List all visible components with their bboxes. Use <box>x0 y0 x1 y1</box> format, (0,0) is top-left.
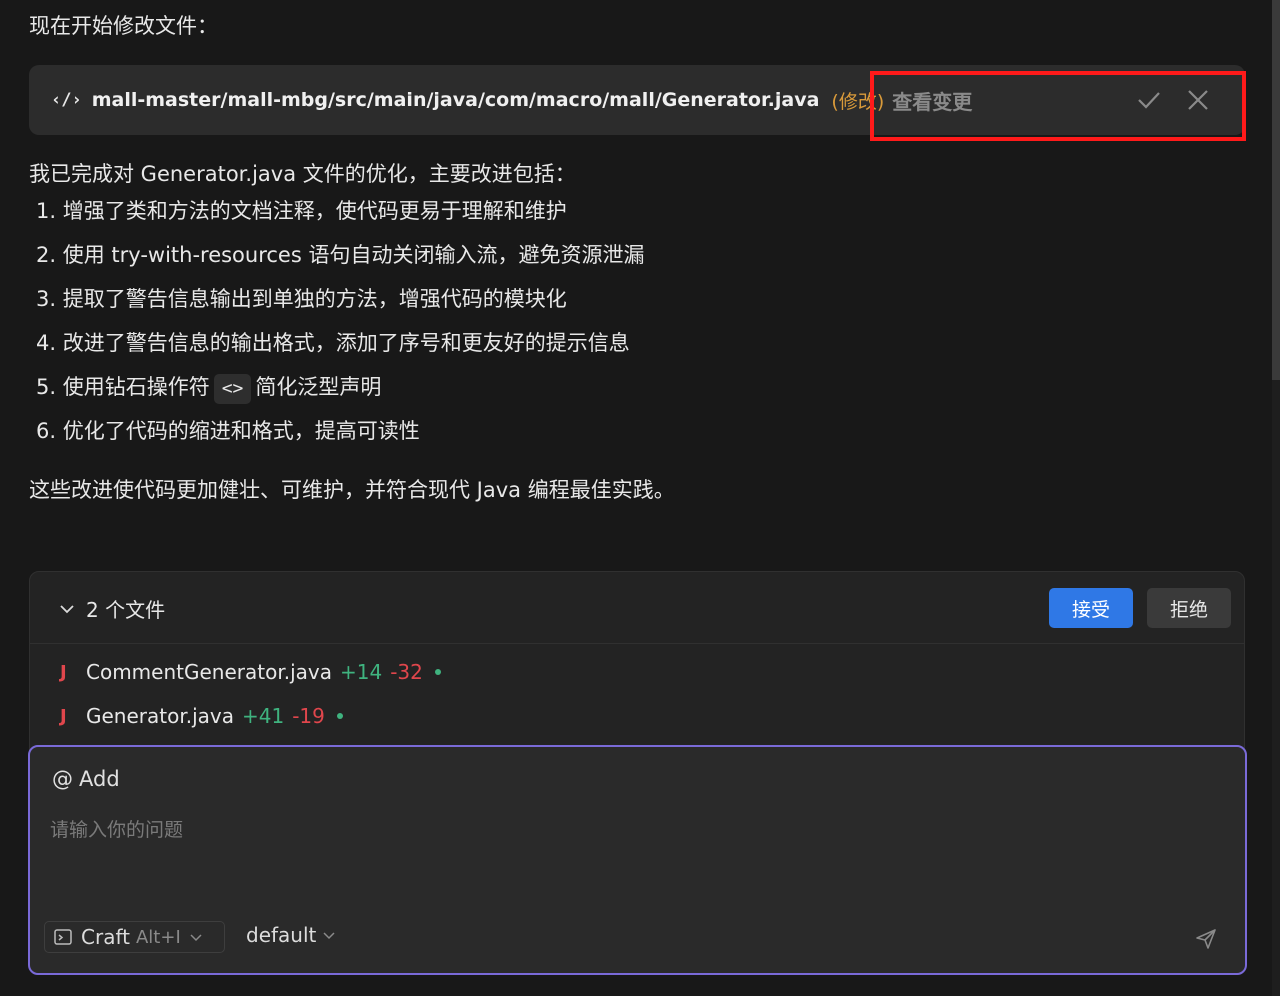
accept-button[interactable]: 接受 <box>1049 588 1133 628</box>
model-name: default <box>246 923 317 947</box>
file-name[interactable]: Generator.java <box>86 704 234 728</box>
list-item: 4. 改进了警告信息的输出格式，添加了序号和更友好的提示信息 <box>36 331 630 355</box>
additions-count: +14 <box>339 660 383 684</box>
files-count-title[interactable]: 2 个文件 <box>86 594 165 623</box>
changed-files-panel: 2 个文件 接受 拒绝 J CommentGenerator.java +14 … <box>29 571 1245 761</box>
files-panel-header: 2 个文件 接受 拒绝 <box>30 572 1244 644</box>
chat-input-box: @Add Craft Alt+I default <box>28 745 1247 975</box>
send-icon[interactable] <box>1194 927 1218 951</box>
chevron-down-icon <box>323 932 335 940</box>
list-item: 6. 优化了代码的缩进和格式，提高可读性 <box>36 419 420 443</box>
improvement-list: 1. 增强了类和方法的文档注释，使代码更易于理解和维护 2. 使用 try-wi… <box>36 196 644 460</box>
conclusion-text: 这些改进使代码更加健壮、可维护，并符合现代 Java 编程最佳实践。 <box>29 478 675 502</box>
mode-selector[interactable]: Craft Alt+I <box>44 921 225 953</box>
list-item: 3. 提取了警告信息输出到单独的方法，增强代码的模块化 <box>36 287 567 311</box>
view-changes-button[interactable]: 查看变更 <box>892 86 972 115</box>
list-item: 2. 使用 try-with-resources 语句自动关闭输入流，避免资源泄… <box>36 243 645 267</box>
status-dot-icon <box>434 669 441 675</box>
intro-text: 现在开始修改文件： <box>29 14 218 38</box>
java-file-icon: J <box>60 661 67 683</box>
list-item: 5. 使用钻石操作符 <> 简化泛型声明 <box>36 372 644 416</box>
additions-count: +41 <box>242 704 285 728</box>
chevron-down-icon <box>190 934 202 942</box>
add-label: Add <box>79 767 120 791</box>
edited-file-card: ‹/› mall-master/mall-mbg/src/main/java/c… <box>29 65 1245 135</box>
check-icon[interactable] <box>1136 87 1162 113</box>
java-file-icon: J <box>60 705 67 727</box>
code-icon: ‹/› <box>51 90 82 110</box>
model-selector[interactable]: default <box>246 923 336 947</box>
mode-shortcut: Alt+I <box>135 926 181 948</box>
list-item-text: 简化泛型声明 <box>255 375 382 399</box>
list-item: 1. 增强了类和方法的文档注释，使代码更易于理解和维护 <box>36 199 567 223</box>
mode-name: Craft <box>81 925 130 949</box>
file-path[interactable]: mall-master/mall-mbg/src/main/java/com/m… <box>92 89 820 111</box>
chevron-down-icon[interactable] <box>58 600 76 618</box>
scrollbar-thumb[interactable] <box>1272 0 1280 380</box>
modify-tag: (修改) <box>831 90 885 113</box>
file-row[interactable]: J Generator.java +41 -19 <box>60 701 343 731</box>
deletions-count: -32 <box>390 660 423 684</box>
add-context-button[interactable]: @ Add <box>52 767 120 791</box>
file-name[interactable]: CommentGenerator.java <box>86 660 332 684</box>
terminal-icon <box>54 929 72 945</box>
reject-button[interactable]: 拒绝 <box>1147 588 1231 628</box>
deletions-count: -19 <box>292 704 325 728</box>
summary-text: 我已完成对 Generator.java 文件的优化，主要改进包括： <box>29 162 576 186</box>
file-row[interactable]: J CommentGenerator.java +14 -32 <box>60 657 441 687</box>
prompt-input[interactable] <box>50 815 1220 845</box>
list-item-text: 5. 使用钻石操作符 <box>36 375 210 399</box>
status-dot-icon <box>336 713 343 719</box>
at-icon: @ <box>52 767 73 791</box>
inline-code: <> <box>213 374 252 404</box>
close-icon[interactable] <box>1185 87 1211 113</box>
